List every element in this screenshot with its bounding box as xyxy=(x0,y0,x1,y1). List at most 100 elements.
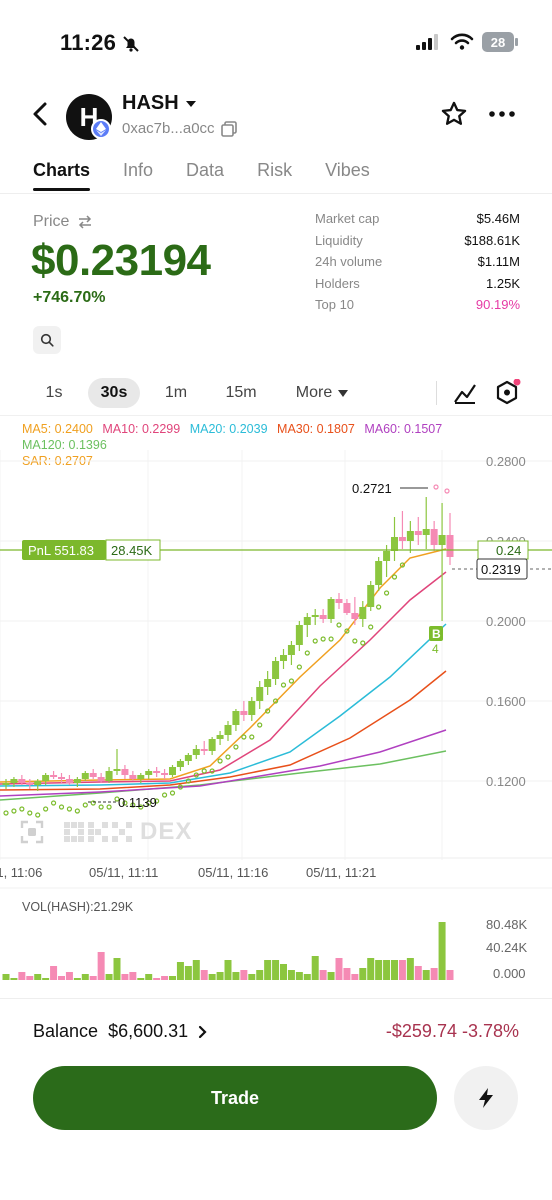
stat-label: Top 10 xyxy=(315,297,355,312)
candle-body xyxy=(145,771,153,775)
timeframe-1s[interactable]: 1s xyxy=(36,378,72,408)
candle-body xyxy=(287,645,295,655)
volume-bar xyxy=(137,978,145,980)
token-stats: Market cap $5.46M Liquidity $188.61K 24h v… xyxy=(315,211,520,319)
more-options-button[interactable] xyxy=(488,104,516,129)
candle-body xyxy=(375,561,383,585)
sar-dot xyxy=(320,636,326,642)
search-button[interactable] xyxy=(33,326,61,354)
volume-bar xyxy=(145,974,153,980)
more-dots-icon xyxy=(489,111,515,117)
chevron-left-icon xyxy=(33,102,47,126)
volume-bar xyxy=(216,972,224,980)
price-value: $0.23194 xyxy=(31,236,211,285)
volume-bar xyxy=(335,958,343,980)
price-label-text: Price xyxy=(33,213,70,230)
tab-data[interactable]: Data xyxy=(186,160,224,191)
y-tick-label: 0.2000 xyxy=(486,614,526,629)
candle-body xyxy=(311,615,319,617)
volume-bar xyxy=(311,956,319,980)
volume-bar xyxy=(256,970,264,980)
tab-charts[interactable]: Charts xyxy=(33,160,91,191)
candle-body xyxy=(169,767,176,775)
chart-settings-button[interactable] xyxy=(494,378,522,412)
quick-trade-button[interactable] xyxy=(454,1066,518,1130)
candle-body xyxy=(184,755,192,761)
volume-bar xyxy=(184,966,192,980)
token-address[interactable]: 0xac7b...a0cc xyxy=(122,120,237,137)
candle-body xyxy=(73,779,81,783)
price-label[interactable]: Price xyxy=(33,213,93,231)
copy-icon[interactable] xyxy=(220,120,237,137)
candle-body xyxy=(319,615,327,619)
volume-bar xyxy=(50,966,58,980)
candle-body xyxy=(295,625,303,645)
sar-dot xyxy=(249,734,255,740)
token-address-text: 0xac7b...a0cc xyxy=(122,120,215,137)
sar-dot xyxy=(336,622,342,628)
timeframe-15m[interactable]: 15m xyxy=(218,378,264,408)
volume-bar xyxy=(406,958,414,980)
hexagon-settings-icon xyxy=(496,378,521,405)
volume-bar xyxy=(422,970,430,980)
stat-liquidity: Liquidity $188.61K xyxy=(315,233,520,255)
tab-risk[interactable]: Risk xyxy=(257,160,292,191)
fullscreen-button[interactable] xyxy=(20,820,44,849)
timeframe-more-label: More xyxy=(295,384,333,401)
stat-value: 1.25K xyxy=(486,275,520,291)
legend-ma30: MA30: 0.1807 xyxy=(277,422,355,436)
sar-dot xyxy=(50,800,57,806)
volume-bar xyxy=(327,972,335,980)
volume-bar xyxy=(414,966,422,980)
candle-body xyxy=(391,537,398,551)
volume-bar xyxy=(10,978,18,980)
timeframe-1m[interactable]: 1m xyxy=(156,378,196,408)
timeframe-30s[interactable]: 30s xyxy=(88,378,140,408)
candle-body xyxy=(10,779,18,783)
caret-down-icon xyxy=(338,389,349,397)
swap-icon[interactable] xyxy=(77,215,93,229)
volume-bar xyxy=(359,968,367,980)
tab-info[interactable]: Info xyxy=(123,160,153,191)
stat-24h-volume: 24h volume $1.11M xyxy=(315,254,520,276)
stat-label: Liquidity xyxy=(315,232,363,248)
x-tick-label: 05/11, 11:06 xyxy=(0,865,42,880)
timeframe-more-dropdown[interactable]: More xyxy=(290,378,354,408)
sar-dot xyxy=(217,758,223,764)
battery-icon: 28 xyxy=(482,32,518,52)
sar-dot xyxy=(433,484,439,490)
tab-vibes[interactable]: Vibes xyxy=(325,160,370,191)
volume-bar xyxy=(89,976,97,980)
balance-row[interactable]: Balance $6,600.31 xyxy=(33,1021,208,1042)
candle-body xyxy=(50,775,58,777)
chevron-right-icon xyxy=(199,1025,207,1038)
candle-body xyxy=(176,761,184,767)
volume-bar xyxy=(383,960,391,980)
candle-body xyxy=(272,661,280,679)
volume-bar xyxy=(295,972,303,980)
buy-marker-count: 4 xyxy=(432,642,439,656)
sar-dot xyxy=(169,790,176,796)
candle-body xyxy=(34,781,42,785)
stat-label: 24h volume xyxy=(315,254,383,269)
volume-tick-label: 0.000 xyxy=(493,966,526,981)
volume-bar xyxy=(65,972,73,980)
ma30-line xyxy=(0,670,447,791)
sar-dot xyxy=(98,804,104,810)
candle-body xyxy=(422,529,430,535)
pnl-price-tag: 0.24 xyxy=(496,543,521,558)
favorite-button[interactable] xyxy=(440,100,468,133)
candle-body xyxy=(351,613,359,619)
volume-bar xyxy=(208,974,216,980)
back-button[interactable] xyxy=(28,100,52,133)
candle-body xyxy=(303,617,311,625)
trade-button[interactable]: Trade xyxy=(33,1066,437,1130)
sar-dot xyxy=(19,806,25,812)
price-chart[interactable]: 0.28000.24000.20000.16000.12000.27210.11… xyxy=(0,440,552,1000)
indicator-button[interactable] xyxy=(452,380,478,411)
stat-top10: Top 10 90.19% xyxy=(315,297,520,319)
wifi-icon xyxy=(450,33,474,50)
volume-bar xyxy=(81,974,89,980)
token-selector[interactable]: HASH xyxy=(122,92,197,115)
signal-icon xyxy=(416,34,438,50)
